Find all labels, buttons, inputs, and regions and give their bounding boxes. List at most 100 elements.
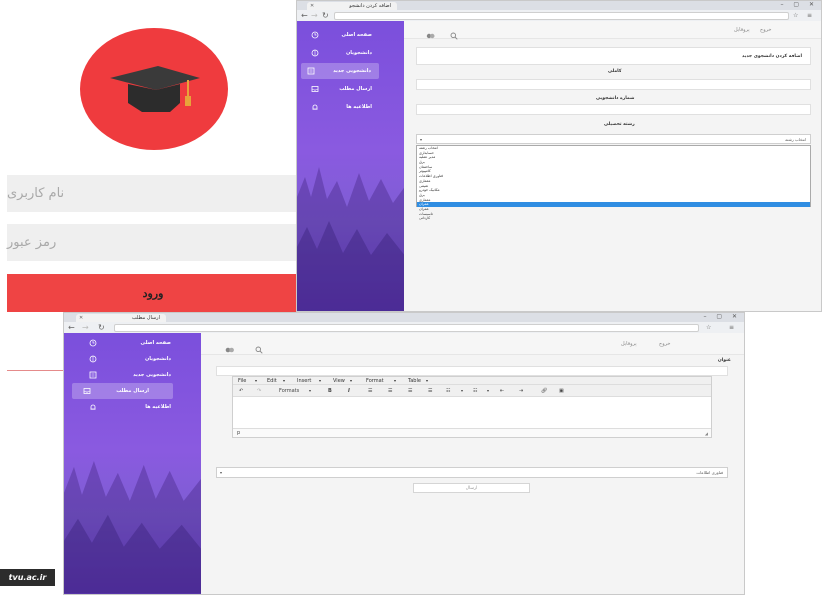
image-icon[interactable]: ▣: [559, 388, 564, 394]
username-input[interactable]: نام کاربری: [7, 175, 299, 212]
form-title-card: اضافه کردن دانشجوی جدید: [416, 47, 811, 65]
redo-icon[interactable]: ↷: [257, 388, 261, 394]
login-button[interactable]: ورود: [7, 274, 299, 312]
bookmark-star-icon[interactable]: ☆: [793, 11, 798, 21]
sidebar-item-new-student[interactable]: دانشجویی جدید: [301, 63, 379, 79]
field-select-value: انتخاب رشته: [785, 137, 806, 142]
formats-dropdown[interactable]: Formats: [279, 388, 299, 394]
indent-icon[interactable]: ⇥: [519, 388, 523, 394]
menu-insert[interactable]: Insert: [297, 378, 311, 384]
sidebar-item-home[interactable]: صفحه اصلی: [301, 27, 402, 43]
divider: [7, 370, 63, 371]
student-id-input[interactable]: [416, 104, 811, 115]
chevron-down-icon: ▾: [394, 378, 397, 383]
sidebar-item-label: ارسال مطلب: [339, 86, 372, 92]
close-tab-icon[interactable]: ✕: [79, 314, 83, 322]
sidebar-item-send-post[interactable]: ارسال مطلب: [301, 81, 402, 97]
top-bar: پروفایل خروج: [404, 21, 821, 40]
sidebar: صفحه اصلی دانشجویان دانشجویی جدید ارسال …: [64, 333, 203, 594]
address-bar[interactable]: [334, 12, 789, 20]
window-controls[interactable]: – ▢ ✕: [703, 313, 741, 320]
align-justify-icon[interactable]: ☰: [428, 388, 432, 394]
menu-icon[interactable]: ≡: [729, 323, 734, 333]
sidebar-item-new-student[interactable]: دانشجویی جدید: [68, 367, 199, 383]
graduation-cap-icon: [110, 66, 200, 112]
outdent-icon[interactable]: ⇤: [500, 388, 504, 394]
browser-tab[interactable]: ✕ ارسال مطلب: [76, 314, 166, 322]
password-input[interactable]: رمز عبور: [7, 224, 299, 261]
chevron-down-icon: ▾: [283, 378, 286, 383]
bold-icon[interactable]: B: [328, 388, 332, 394]
users-icon[interactable]: [225, 339, 235, 358]
menu-view[interactable]: View: [333, 378, 345, 384]
field-options-list[interactable]: انتخاب رشته حسابداری مدیر عملیه برق ساختمان ک…: [416, 145, 811, 220]
watermark-logo: tvu.ac.ir: [0, 569, 55, 586]
name-label: کاملی: [608, 69, 622, 74]
name-input[interactable]: [416, 79, 811, 90]
forward-icon[interactable]: →: [311, 11, 318, 21]
menu-format[interactable]: Format: [366, 378, 384, 384]
forward-icon[interactable]: →: [82, 323, 89, 333]
menu-table[interactable]: Table: [408, 378, 421, 384]
resize-handle-icon[interactable]: ◢: [705, 429, 708, 438]
clock-icon: [88, 338, 98, 348]
link-icon[interactable]: 🔗︎: [541, 388, 547, 394]
chevron-down-icon: ▾: [220, 470, 223, 475]
search-icon[interactable]: [255, 339, 263, 358]
sidebar: صفحه اصلی دانشجویان دانشجویی جدید ارسال …: [297, 21, 406, 311]
align-right-icon[interactable]: ☰: [408, 388, 412, 394]
browser-window-send-post: ✕ ارسال مطلب – ▢ ✕ ← → ↻ ☆ ≡ صفحه اصلی د…: [63, 312, 745, 595]
title-input[interactable]: [216, 366, 728, 376]
sidebar-item-label: دانشجویان: [345, 50, 372, 56]
chevron-down-icon: ▾: [350, 378, 353, 383]
field-select[interactable]: انتخاب رشته ▾: [416, 134, 811, 144]
users-icon[interactable]: [426, 25, 435, 44]
align-left-icon[interactable]: ☰: [368, 388, 372, 394]
sidebar-item-announcements[interactable]: اطلاعیه ها: [68, 399, 199, 415]
sidebar-item-students[interactable]: دانشجویان: [301, 45, 402, 61]
clipboard-icon: [306, 66, 316, 76]
sidebar-item-send-post[interactable]: ارسال مطلب: [72, 383, 173, 399]
form-title: اضافه کردن دانشجوی جدید: [742, 54, 802, 59]
bell-icon: [88, 402, 98, 412]
sidebar-item-label: دانشجویان: [144, 356, 171, 362]
category-select[interactable]: فناوری اطلاعات ▾: [216, 467, 728, 478]
back-icon[interactable]: ←: [301, 11, 308, 21]
reload-icon[interactable]: ↻: [322, 11, 329, 21]
back-icon[interactable]: ←: [68, 323, 75, 333]
menu-file[interactable]: File: [238, 378, 246, 384]
undo-icon[interactable]: ↶: [239, 388, 243, 394]
reload-icon[interactable]: ↻: [98, 323, 105, 333]
close-tab-icon[interactable]: ✕: [310, 2, 314, 10]
rich-text-editor[interactable]: File ▾ Edit ▾ Insert ▾ View ▾ Format ▾ Table ▾…: [232, 376, 712, 438]
address-bar[interactable]: [114, 324, 699, 332]
sidebar-item-announcements[interactable]: اطلاعیه ها: [301, 99, 402, 115]
align-center-icon[interactable]: ☰: [388, 388, 392, 394]
main-content: پروفایل خروج عنوان File ▾ Edit ▾ Insert ▾ V…: [201, 333, 744, 594]
bookmark-star-icon[interactable]: ☆: [706, 323, 711, 333]
menu-edit[interactable]: Edit: [267, 378, 277, 384]
tab-bar: ✕ اضافه کردن دانشجو – ▢ ✕: [297, 1, 821, 10]
window-controls[interactable]: – ▢ ✕: [780, 1, 818, 8]
chevron-down-icon: ▾: [319, 378, 322, 383]
menu-icon[interactable]: ≡: [807, 11, 812, 21]
logo: [80, 28, 228, 150]
logout-link[interactable]: خروج: [659, 341, 671, 347]
search-icon[interactable]: [450, 25, 458, 44]
sidebar-item-label: صفحه اصلی: [140, 340, 171, 346]
field-option[interactable]: کاردانی: [417, 216, 810, 221]
browser-tab[interactable]: ✕ اضافه کردن دانشجو: [307, 2, 397, 10]
sidebar-item-label: دانشجویی جدید: [133, 372, 171, 378]
sidebar-item-students[interactable]: دانشجویان: [68, 351, 199, 367]
italic-icon[interactable]: I: [348, 388, 350, 394]
bullet-list-icon[interactable]: ☷: [446, 388, 450, 394]
clock-icon: [310, 30, 320, 40]
logout-link[interactable]: خروج: [760, 27, 772, 33]
profile-link[interactable]: پروفایل: [734, 27, 750, 33]
profile-link[interactable]: پروفایل: [621, 341, 637, 347]
sidebar-item-label: اطلاعیه ها: [346, 104, 372, 110]
numbered-list-icon[interactable]: ☷: [473, 388, 477, 394]
send-button[interactable]: ارسال: [413, 483, 530, 493]
editor-menubar: File ▾ Edit ▾ Insert ▾ View ▾ Format ▾ Table ▾: [233, 377, 711, 385]
sidebar-item-home[interactable]: صفحه اصلی: [68, 335, 199, 351]
